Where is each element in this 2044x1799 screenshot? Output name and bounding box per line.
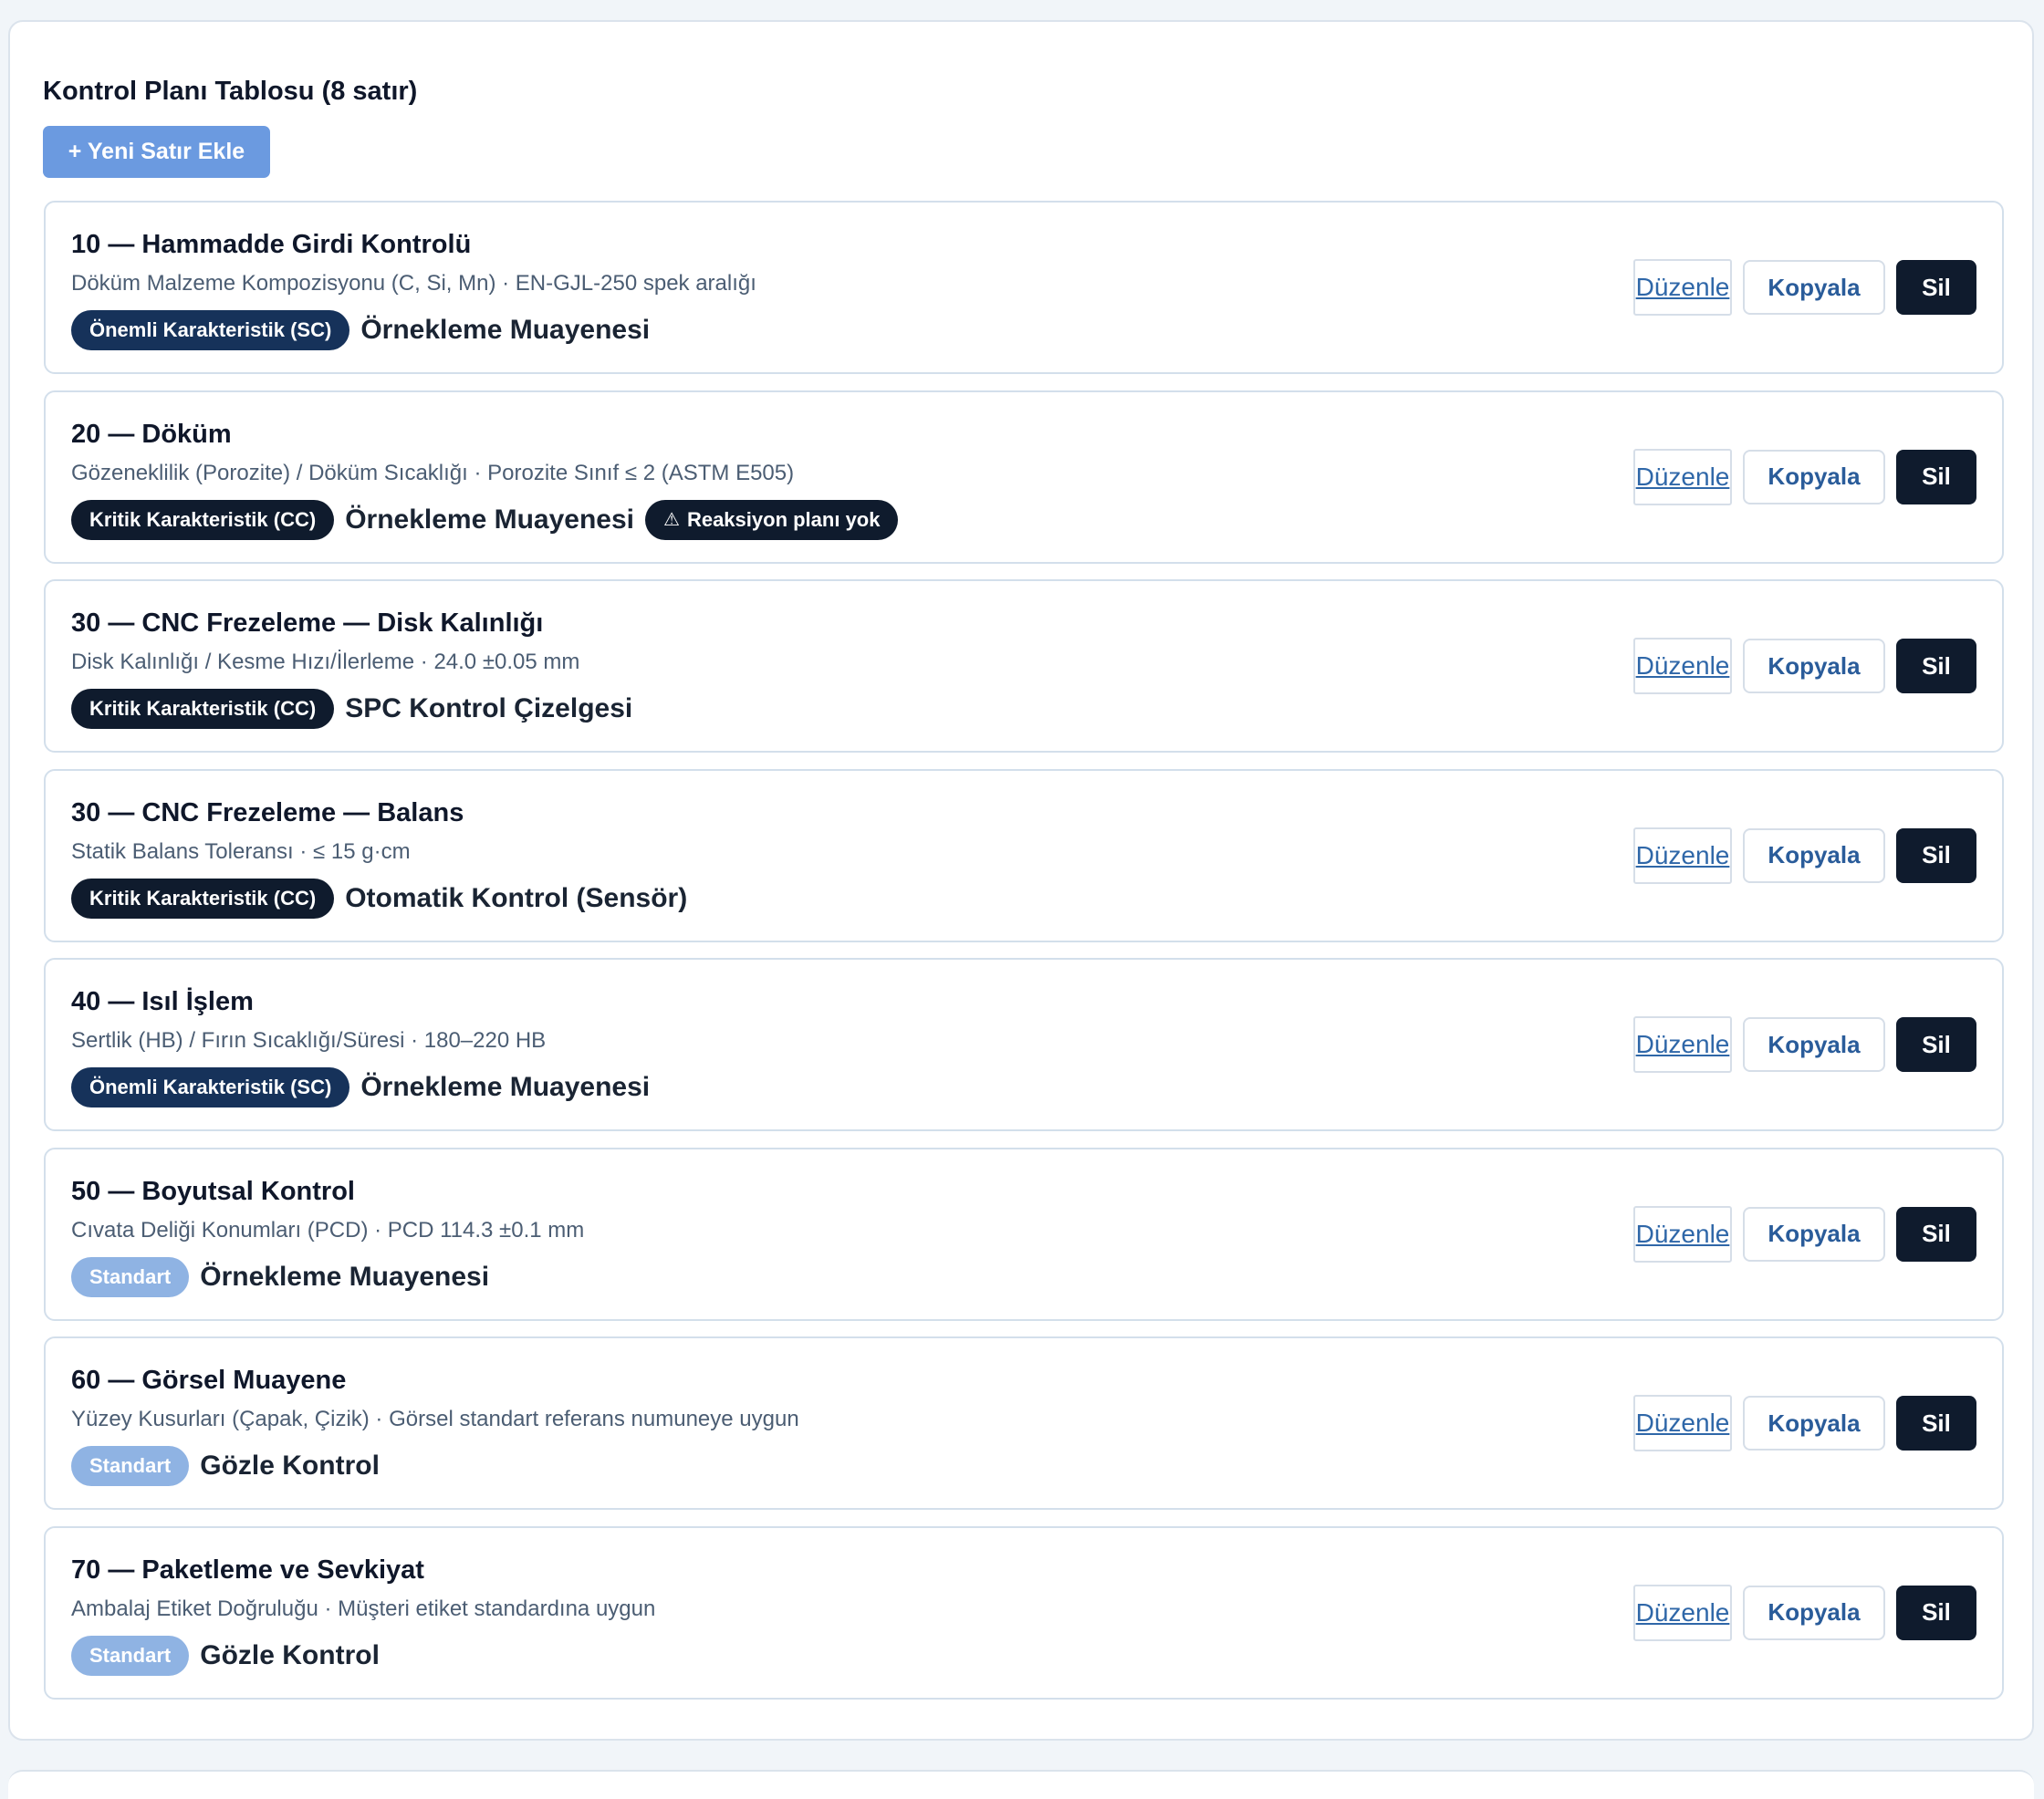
copy-button[interactable]: Kopyala [1743, 1396, 1885, 1451]
delete-button[interactable]: Sil [1896, 639, 1976, 693]
copy-button[interactable]: Kopyala [1743, 1585, 1885, 1640]
control-plan-row: 30 — CNC Frezeleme — Balans Statik Balan… [44, 768, 2004, 942]
delete-button[interactable]: Sil [1896, 1396, 1976, 1451]
delete-button[interactable]: Sil [1896, 260, 1976, 315]
control-plan-row: 70 — Paketleme ve Sevkiyat Ambalaj Etike… [44, 1525, 2004, 1700]
row-title: 30 — CNC Frezeleme — Disk Kalınlığı [71, 608, 544, 638]
delete-button[interactable]: Sil [1896, 1206, 1976, 1262]
delete-button[interactable]: Sil [1896, 1017, 1976, 1072]
inspection-method: SPC Kontrol Çizelgesi [345, 693, 633, 723]
inspection-method: Örnekleme Muayenesi [360, 1072, 651, 1102]
row-subtitle: Döküm Malzeme Kompozisyonu (C, Si, Mn) ·… [71, 271, 756, 296]
row-tags: Kritik Karakteristik (CC) Örnekleme Muay… [71, 499, 899, 540]
no-reaction-plan-badge: ⚠ Reaksiyon planı yok [645, 499, 899, 540]
row-actions: Düzenle Kopyala Sil [1633, 638, 1976, 694]
row-title: 70 — Paketleme ve Sevkiyat [71, 1555, 424, 1585]
edit-button[interactable]: Düzenle [1633, 638, 1732, 694]
characteristic-badge: Standart [71, 1256, 190, 1297]
inspection-method: Gözle Kontrol [200, 1639, 380, 1670]
row-tags: Kritik Karakteristik (CC) Otomatik Kontr… [71, 878, 688, 919]
row-title: 30 — CNC Frezeleme — Balans [71, 797, 464, 827]
control-plan-list: 10 — Hammadde Girdi Kontrolü Döküm Malze… [44, 201, 2004, 1715]
delete-button[interactable]: Sil [1896, 827, 1976, 883]
copy-button[interactable]: Kopyala [1743, 639, 1885, 693]
row-title: 40 — Isıl İşlem [71, 987, 254, 1016]
edit-button[interactable]: Düzenle [1633, 1016, 1732, 1073]
control-plan-panel: Kontrol Planı Tablosu (8 satır) + Yeni S… [8, 20, 2034, 1741]
characteristic-badge: Standart [71, 1446, 190, 1486]
warning-icon: ⚠ [663, 510, 680, 530]
row-tags: Kritik Karakteristik (CC) SPC Kontrol Çi… [71, 689, 632, 729]
copy-button[interactable]: Kopyala [1743, 449, 1885, 504]
row-actions: Düzenle Kopyala Sil [1633, 827, 1976, 884]
row-tags: Standart Örnekleme Muayenesi [71, 1256, 490, 1297]
row-actions: Düzenle Kopyala Sil [1633, 1395, 1976, 1451]
row-actions: Düzenle Kopyala Sil [1633, 1584, 1976, 1641]
warning-label: Reaksiyon planı yok [686, 507, 881, 531]
inspection-method: Örnekleme Muayenesi [345, 504, 635, 535]
control-plan-row: 20 — Döküm Gözeneklilik (Porozite) / Dök… [44, 390, 2004, 564]
delete-button[interactable]: Sil [1896, 1585, 1976, 1640]
panel-title: Kontrol Planı Tablosu (8 satır) [43, 77, 418, 106]
next-panel-edge [8, 1770, 2034, 1799]
row-actions: Düzenle Kopyala Sil [1633, 1205, 1976, 1263]
row-subtitle: Ambalaj Etiket Doğruluğu · Müşteri etike… [71, 1596, 656, 1621]
inspection-method: Gözle Kontrol [200, 1451, 380, 1481]
row-tags: Standart Gözle Kontrol [71, 1635, 380, 1676]
row-subtitle: Gözeneklilik (Porozite) / Döküm Sıcaklığ… [71, 460, 795, 485]
row-subtitle: Yüzey Kusurları (Çapak, Çizik) · Görsel … [71, 1407, 799, 1431]
add-row-button[interactable]: + Yeni Satır Ekle [43, 126, 270, 178]
control-plan-row: 10 — Hammadde Girdi Kontrolü Döküm Malze… [44, 201, 2004, 374]
control-plan-row: 40 — Isıl İşlem Sertlik (HB) / Fırın Sıc… [44, 958, 2004, 1131]
edit-button[interactable]: Düzenle [1633, 259, 1732, 316]
row-subtitle: Disk Kalınlığı / Kesme Hızı/İlerleme · 2… [71, 650, 580, 674]
characteristic-badge: Önemli Karakteristik (SC) [71, 1067, 350, 1107]
row-title: 60 — Görsel Muayene [71, 1366, 347, 1395]
control-plan-row: 30 — CNC Frezeleme — Disk Kalınlığı Disk… [44, 579, 2004, 753]
copy-button[interactable]: Kopyala [1743, 1017, 1885, 1072]
characteristic-badge: Kritik Karakteristik (CC) [71, 878, 335, 919]
row-title: 50 — Boyutsal Kontrol [71, 1176, 355, 1206]
row-actions: Düzenle Kopyala Sil [1633, 1016, 1976, 1073]
inspection-method: Otomatik Kontrol (Sensör) [345, 882, 688, 913]
row-actions: Düzenle Kopyala Sil [1633, 448, 1976, 505]
row-actions: Düzenle Kopyala Sil [1633, 259, 1976, 316]
row-tags: Önemli Karakteristik (SC) Örnekleme Muay… [71, 310, 650, 350]
characteristic-badge: Standart [71, 1635, 190, 1676]
edit-button[interactable]: Düzenle [1633, 1205, 1732, 1263]
edit-button[interactable]: Düzenle [1633, 1584, 1732, 1641]
row-title: 20 — Döküm [71, 419, 232, 449]
characteristic-badge: Kritik Karakteristik (CC) [71, 689, 335, 729]
row-subtitle: Cıvata Deliği Konumları (PCD) · PCD 114.… [71, 1217, 585, 1243]
control-plan-row: 50 — Boyutsal Kontrol Cıvata Deliği Konu… [44, 1147, 2004, 1321]
inspection-method: Örnekleme Muayenesi [200, 1261, 490, 1292]
row-tags: Önemli Karakteristik (SC) Örnekleme Muay… [71, 1067, 650, 1107]
inspection-method: Örnekleme Muayenesi [360, 315, 651, 345]
copy-button[interactable]: Kopyala [1743, 260, 1885, 315]
characteristic-badge: Kritik Karakteristik (CC) [71, 499, 335, 540]
edit-button[interactable]: Düzenle [1633, 1395, 1732, 1451]
edit-button[interactable]: Düzenle [1633, 448, 1732, 505]
delete-button[interactable]: Sil [1896, 449, 1976, 504]
row-tags: Standart Gözle Kontrol [71, 1446, 380, 1486]
control-plan-row: 60 — Görsel Muayene Yüzey Kusurları (Çap… [44, 1336, 2004, 1510]
edit-button[interactable]: Düzenle [1633, 827, 1732, 884]
characteristic-badge: Önemli Karakteristik (SC) [71, 310, 350, 350]
row-subtitle: Sertlik (HB) / Fırın Sıcaklığı/Süresi · … [71, 1028, 547, 1053]
copy-button[interactable]: Kopyala [1743, 1206, 1885, 1262]
row-title: 10 — Hammadde Girdi Kontrolü [71, 230, 472, 259]
row-subtitle: Statik Balans Toleransı · ≤ 15 g·cm [71, 838, 411, 864]
copy-button[interactable]: Kopyala [1743, 827, 1885, 883]
